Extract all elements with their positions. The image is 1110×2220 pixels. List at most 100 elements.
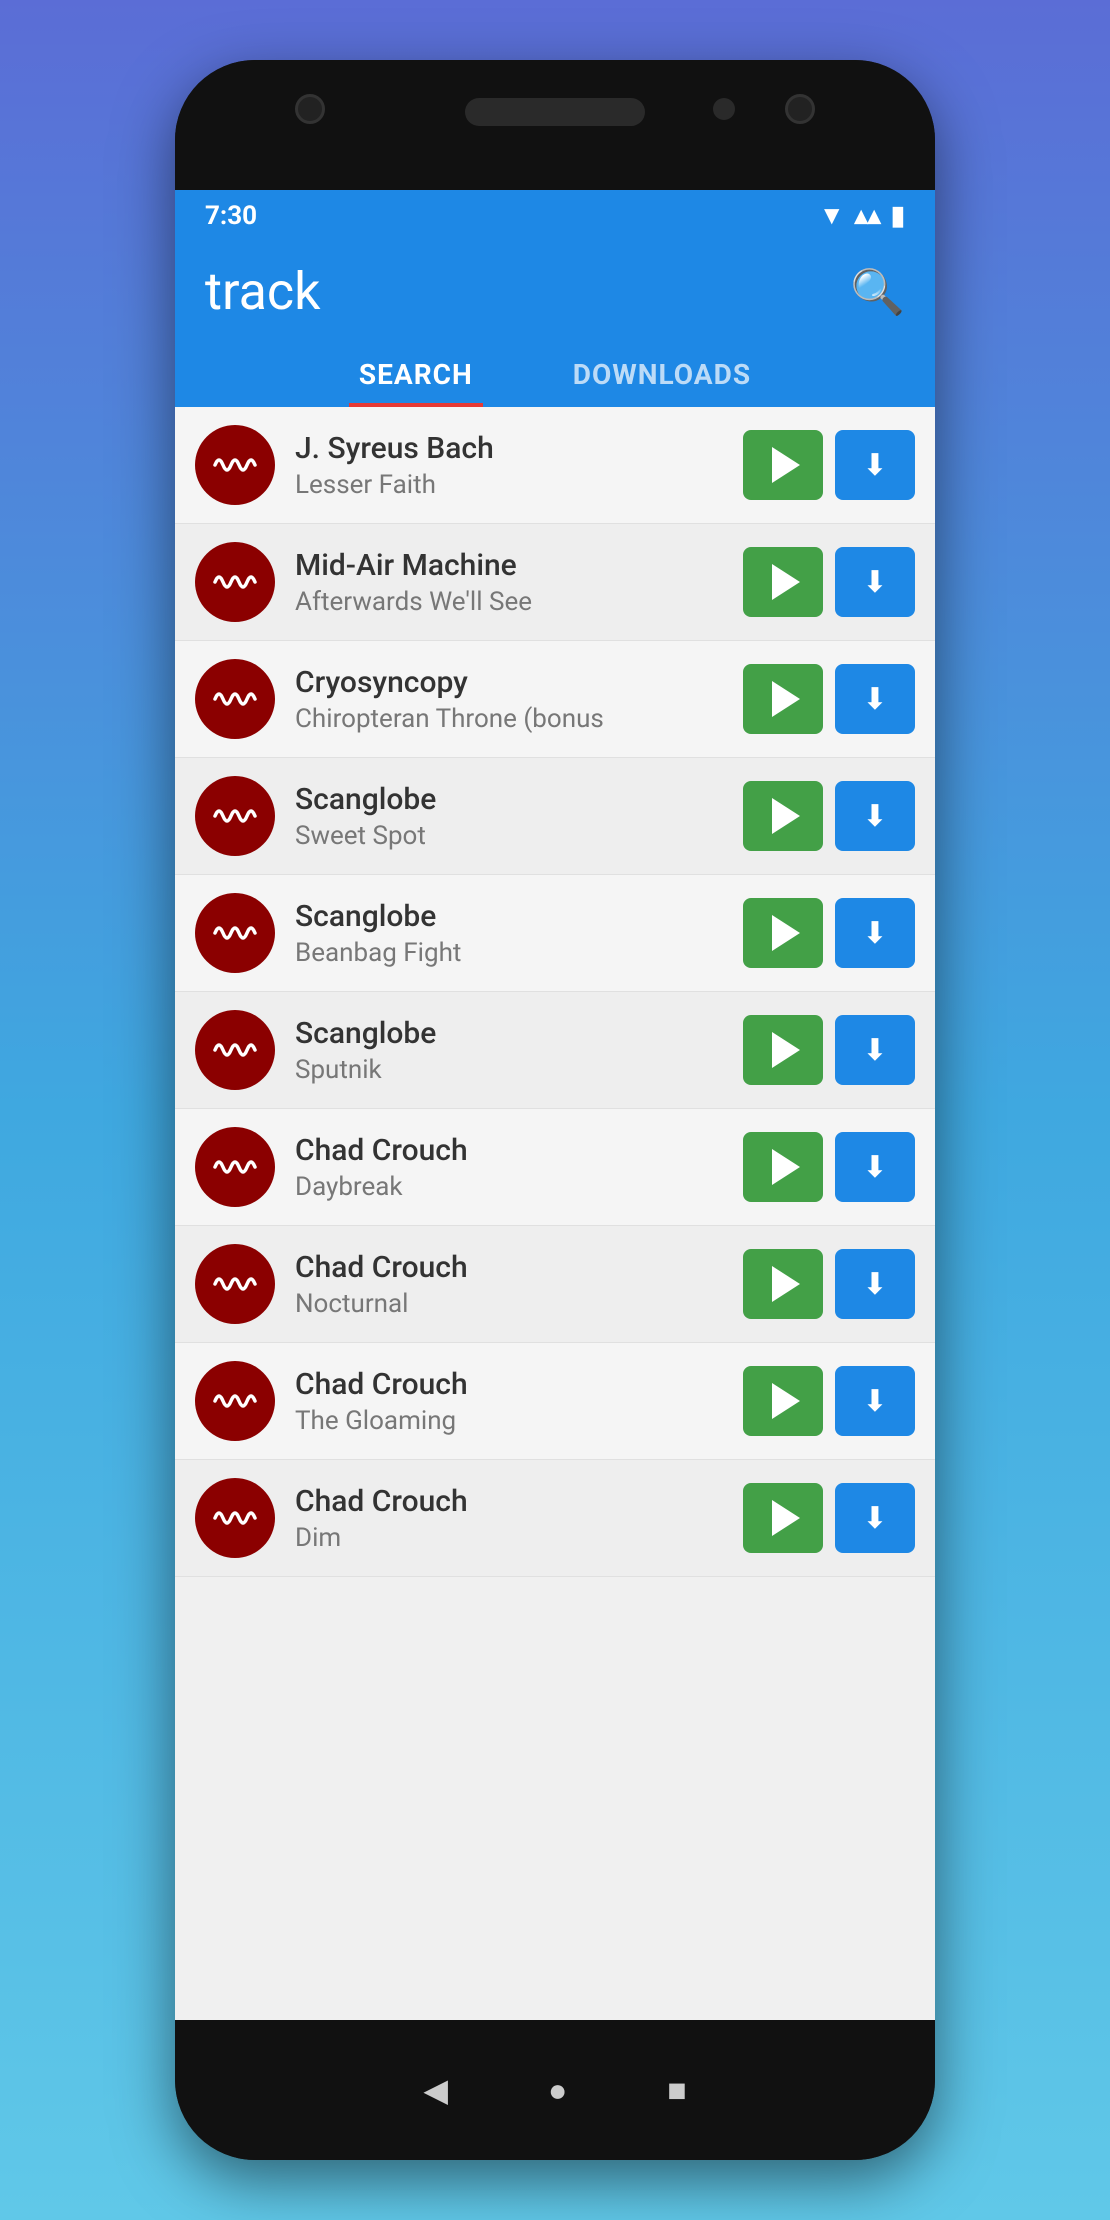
track-avatar	[195, 893, 275, 973]
wave-icon	[211, 567, 259, 597]
track-artist: Scanglobe	[295, 899, 723, 934]
track-actions: ⬇	[743, 1483, 915, 1553]
play-icon	[772, 1266, 800, 1302]
play-icon	[772, 798, 800, 834]
track-item: Scanglobe Sweet Spot ⬇	[175, 758, 935, 875]
track-avatar	[195, 425, 275, 505]
signal-icon: ▴▴	[855, 201, 881, 231]
tab-downloads[interactable]: DOWNLOADS	[563, 342, 761, 407]
screen: 7:30 ▼ ▴▴ ▮ track 🔍 SEARCH DOWNLOADS	[175, 190, 935, 2020]
wave-icon	[211, 684, 259, 714]
download-button[interactable]: ⬇	[835, 1015, 915, 1085]
phone-bottom-nav: ◀ ● ■	[175, 2020, 935, 2160]
track-item: Chad Crouch The Gloaming ⬇	[175, 1343, 935, 1460]
status-bar: 7:30 ▼ ▴▴ ▮	[175, 190, 935, 241]
download-button[interactable]: ⬇	[835, 664, 915, 734]
play-icon	[772, 915, 800, 951]
front-camera-left	[295, 94, 325, 124]
track-info: Chad Crouch Daybreak	[295, 1133, 723, 1202]
wave-icon	[211, 1503, 259, 1533]
battery-icon: ▮	[891, 201, 905, 231]
nav-back-icon[interactable]: ◀	[423, 2071, 448, 2109]
track-actions: ⬇	[743, 547, 915, 617]
download-icon: ⬇	[862, 1384, 887, 1419]
track-artist: Chad Crouch	[295, 1484, 723, 1519]
download-button[interactable]: ⬇	[835, 1366, 915, 1436]
wifi-icon: ▼	[819, 200, 845, 231]
track-artist: Chad Crouch	[295, 1250, 723, 1285]
track-actions: ⬇	[743, 1249, 915, 1319]
track-artist: Mid-Air Machine	[295, 548, 723, 583]
track-info: Chad Crouch Nocturnal	[295, 1250, 723, 1319]
nav-home-icon[interactable]: ●	[548, 2071, 567, 2109]
header-row: track 🔍	[205, 261, 905, 342]
download-button[interactable]: ⬇	[835, 547, 915, 617]
play-icon	[772, 447, 800, 483]
download-icon: ⬇	[862, 1267, 887, 1302]
play-button[interactable]	[743, 1132, 823, 1202]
track-info: Chad Crouch The Gloaming	[295, 1367, 723, 1436]
track-actions: ⬇	[743, 1132, 915, 1202]
track-name: Nocturnal	[295, 1289, 723, 1319]
download-button[interactable]: ⬇	[835, 1249, 915, 1319]
play-button[interactable]	[743, 547, 823, 617]
wave-icon	[211, 1269, 259, 1299]
track-info: Mid-Air Machine Afterwards We'll See	[295, 548, 723, 617]
play-button[interactable]	[743, 1015, 823, 1085]
play-icon	[772, 1149, 800, 1185]
track-artist: Scanglobe	[295, 782, 723, 817]
play-button[interactable]	[743, 898, 823, 968]
track-artist: Scanglobe	[295, 1016, 723, 1051]
tab-search[interactable]: SEARCH	[349, 342, 483, 407]
play-button[interactable]	[743, 430, 823, 500]
download-icon: ⬇	[862, 448, 887, 483]
track-name: Sputnik	[295, 1055, 723, 1085]
track-artist: Cryosyncopy	[295, 665, 723, 700]
play-button[interactable]	[743, 1249, 823, 1319]
status-icons: ▼ ▴▴ ▮	[819, 200, 905, 231]
track-avatar	[195, 776, 275, 856]
track-item: Chad Crouch Nocturnal ⬇	[175, 1226, 935, 1343]
app-header: track 🔍 SEARCH DOWNLOADS	[175, 241, 935, 407]
track-avatar	[195, 1010, 275, 1090]
track-name: Afterwards We'll See	[295, 587, 723, 617]
download-button[interactable]: ⬇	[835, 1132, 915, 1202]
play-button[interactable]	[743, 1366, 823, 1436]
play-icon	[772, 564, 800, 600]
track-name: Chiropteran Throne (bonus	[295, 704, 723, 734]
status-time: 7:30	[205, 201, 257, 231]
track-item: Chad Crouch Daybreak ⬇	[175, 1109, 935, 1226]
play-button[interactable]	[743, 1483, 823, 1553]
track-info: Cryosyncopy Chiropteran Throne (bonus	[295, 665, 723, 734]
play-icon	[772, 681, 800, 717]
play-button[interactable]	[743, 664, 823, 734]
download-button[interactable]: ⬇	[835, 898, 915, 968]
track-info: Scanglobe Sputnik	[295, 1016, 723, 1085]
wave-icon	[211, 1152, 259, 1182]
download-button[interactable]: ⬇	[835, 430, 915, 500]
download-icon: ⬇	[862, 682, 887, 717]
play-button[interactable]	[743, 781, 823, 851]
track-name: Daybreak	[295, 1172, 723, 1202]
track-actions: ⬇	[743, 898, 915, 968]
track-name: Beanbag Fight	[295, 938, 723, 968]
track-info: Chad Crouch Dim	[295, 1484, 723, 1553]
nav-recents-icon[interactable]: ■	[667, 2071, 686, 2109]
app-title: track	[205, 261, 320, 322]
track-actions: ⬇	[743, 781, 915, 851]
track-avatar	[195, 1478, 275, 1558]
download-icon: ⬇	[862, 565, 887, 600]
download-button[interactable]: ⬇	[835, 781, 915, 851]
track-artist: Chad Crouch	[295, 1367, 723, 1402]
search-icon[interactable]: 🔍	[850, 266, 905, 318]
track-name: Lesser Faith	[295, 470, 723, 500]
track-item: Mid-Air Machine Afterwards We'll See ⬇	[175, 524, 935, 641]
phone-top-hardware	[175, 60, 935, 190]
wave-icon	[211, 801, 259, 831]
track-actions: ⬇	[743, 1366, 915, 1436]
download-icon: ⬇	[862, 916, 887, 951]
download-button[interactable]: ⬇	[835, 1483, 915, 1553]
download-icon: ⬇	[862, 799, 887, 834]
track-item: J. Syreus Bach Lesser Faith ⬇	[175, 407, 935, 524]
track-actions: ⬇	[743, 664, 915, 734]
